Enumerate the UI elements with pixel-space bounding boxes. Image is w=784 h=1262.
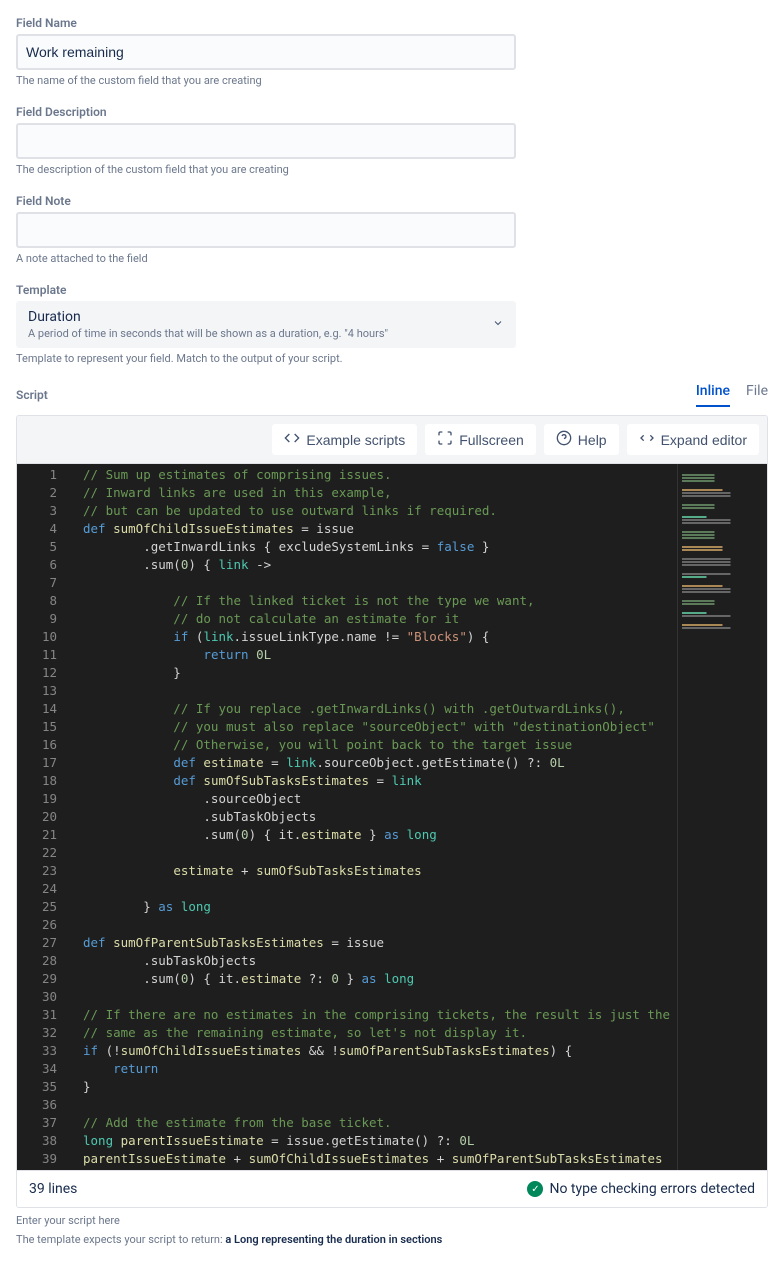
field-description-label: Field Description [16,105,768,119]
script-return-text: The template expects your script to retu… [16,1233,768,1246]
help-label: Help [578,432,607,448]
field-note-input[interactable] [16,212,516,248]
field-description-group: Field Description The description of the… [16,105,768,176]
code-icon [284,430,300,449]
editor-container: Example scripts Fullscreen Help Expand e… [16,415,768,1208]
field-name-input[interactable] [16,34,516,70]
code-editor[interactable]: 1234567891011121314151617181920212223242… [17,464,767,1170]
tab-inline[interactable]: Inline [696,383,730,407]
chevron-down-icon [492,317,504,333]
line-gutter: 1234567891011121314151617181920212223242… [17,464,73,1170]
field-note-group: Field Note A note attached to the field [16,194,768,265]
script-return-prefix: The template expects your script to retu… [16,1233,225,1246]
field-name-label: Field Name [16,16,768,30]
editor-status-bar: 39 lines ✓ No type checking errors detec… [17,1170,767,1207]
field-note-label: Field Note [16,194,768,208]
type-check-label: No type checking errors detected [549,1181,755,1197]
field-description-help: The description of the custom field that… [16,163,768,176]
template-description: A period of time in seconds that will be… [28,327,504,340]
field-name-help: The name of the custom field that you ar… [16,74,768,87]
code-area[interactable]: // Sum up estimates of comprising issues… [73,464,677,1170]
template-label: Template [16,283,768,297]
field-description-input[interactable] [16,123,516,159]
fullscreen-label: Fullscreen [459,432,524,448]
type-check-status: ✓ No type checking errors detected [527,1181,755,1197]
field-name-group: Field Name The name of the custom field … [16,16,768,87]
example-scripts-label: Example scripts [306,432,405,448]
expand-icon [639,430,655,449]
expand-editor-label: Expand editor [661,432,747,448]
script-return-type: a Long representing the duration in sect… [225,1233,442,1246]
tab-file[interactable]: File [746,383,768,407]
fullscreen-button[interactable]: Fullscreen [425,424,536,455]
help-icon [556,430,572,449]
template-group: Template Duration A period of time in se… [16,283,768,365]
template-selected: Duration [28,309,504,325]
field-note-help: A note attached to the field [16,252,768,265]
example-scripts-button[interactable]: Example scripts [272,424,417,455]
script-tabs: Inline File [696,383,768,407]
template-help: Template to represent your field. Match … [16,352,768,365]
template-select[interactable]: Duration A period of time in seconds tha… [16,301,516,348]
script-help-text: Enter your script here [16,1214,768,1227]
help-button[interactable]: Help [544,424,619,455]
line-count: 39 lines [29,1181,77,1197]
script-header: Script Inline File [16,383,768,407]
expand-editor-button[interactable]: Expand editor [627,424,759,455]
script-label: Script [16,388,48,402]
fullscreen-icon [437,430,453,449]
editor-toolbar: Example scripts Fullscreen Help Expand e… [17,416,767,464]
minimap[interactable] [677,464,767,1170]
check-icon: ✓ [527,1181,543,1197]
